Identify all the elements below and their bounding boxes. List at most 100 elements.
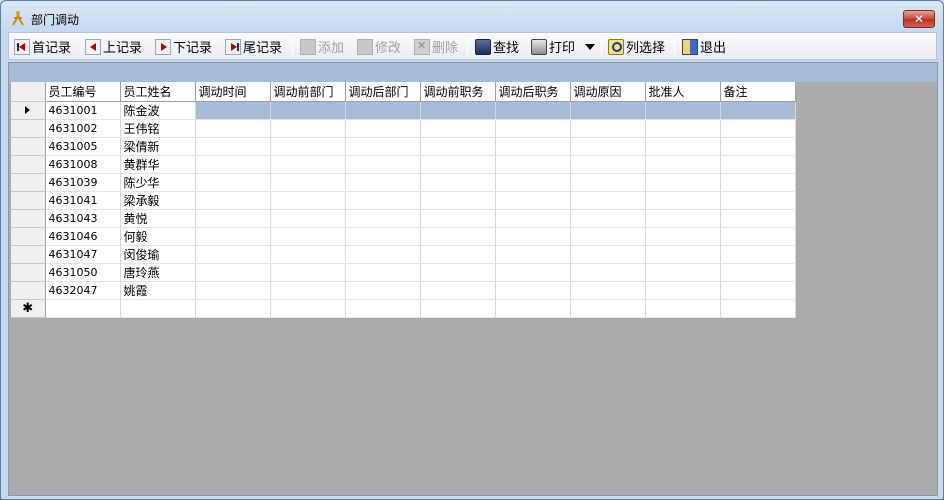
- table-cell[interactable]: [720, 155, 796, 174]
- table-cell[interactable]: [420, 155, 496, 174]
- table-cell[interactable]: [495, 119, 571, 138]
- table-cell[interactable]: [495, 209, 571, 228]
- table-cell[interactable]: [195, 245, 271, 264]
- employee-name-cell[interactable]: 黄悦: [120, 209, 196, 228]
- table-cell[interactable]: [345, 137, 421, 156]
- last-record-button[interactable]: 尾记录: [225, 36, 282, 57]
- table-cell[interactable]: [420, 245, 496, 264]
- table-cell[interactable]: [195, 101, 271, 120]
- table-cell[interactable]: [720, 191, 796, 210]
- table-cell[interactable]: [645, 263, 721, 282]
- table-cell[interactable]: [270, 245, 346, 264]
- next-record-button[interactable]: 下记录: [155, 36, 212, 57]
- table-cell[interactable]: [420, 137, 496, 156]
- table-cell[interactable]: [495, 263, 571, 282]
- employee-id-cell[interactable]: 4632047: [45, 281, 121, 300]
- table-cell[interactable]: [645, 227, 721, 246]
- table-cell[interactable]: [270, 173, 346, 192]
- table-cell[interactable]: [345, 299, 421, 318]
- table-row[interactable]: 4631005 梁倩新: [11, 137, 796, 156]
- table-cell[interactable]: [270, 119, 346, 138]
- employee-name-cell[interactable]: 王伟铭: [120, 119, 196, 138]
- table-cell[interactable]: [495, 101, 571, 120]
- table-cell[interactable]: [645, 137, 721, 156]
- row-header[interactable]: [11, 191, 46, 210]
- table-cell[interactable]: [720, 299, 796, 318]
- table-cell[interactable]: [195, 209, 271, 228]
- column-header[interactable]: 调动后部门: [345, 82, 421, 102]
- table-cell[interactable]: [495, 281, 571, 300]
- table-cell[interactable]: [270, 155, 346, 174]
- table-cell[interactable]: [720, 245, 796, 264]
- row-header[interactable]: [11, 263, 46, 282]
- row-header[interactable]: [11, 173, 46, 192]
- employee-id-cell[interactable]: 4631050: [45, 263, 121, 282]
- employee-name-cell[interactable]: 梁倩新: [120, 137, 196, 156]
- employee-name-cell[interactable]: 陈金波: [120, 101, 196, 120]
- table-cell[interactable]: [645, 155, 721, 174]
- row-header[interactable]: [11, 119, 46, 138]
- column-header[interactable]: 调动前部门: [270, 82, 346, 102]
- table-cell[interactable]: [570, 227, 646, 246]
- table-cell[interactable]: [270, 137, 346, 156]
- employee-id-cell[interactable]: 4631047: [45, 245, 121, 264]
- table-cell[interactable]: [570, 173, 646, 192]
- table-cell[interactable]: [645, 119, 721, 138]
- table-cell[interactable]: [270, 209, 346, 228]
- table-cell[interactable]: [345, 173, 421, 192]
- table-cell[interactable]: [420, 227, 496, 246]
- table-cell[interactable]: [195, 119, 271, 138]
- column-header[interactable]: 批准人: [645, 82, 721, 102]
- add-button[interactable]: 添加: [300, 36, 344, 57]
- employee-name-cell[interactable]: 陈少华: [120, 173, 196, 192]
- table-cell[interactable]: [420, 209, 496, 228]
- table-cell[interactable]: [495, 173, 571, 192]
- first-record-button[interactable]: 首记录: [14, 36, 71, 57]
- column-header[interactable]: 调动前职务: [420, 82, 496, 102]
- column-header[interactable]: 备注: [720, 82, 796, 102]
- table-cell[interactable]: [645, 191, 721, 210]
- table-cell[interactable]: [570, 263, 646, 282]
- table-cell[interactable]: [645, 209, 721, 228]
- print-dropdown-button[interactable]: [585, 36, 595, 57]
- table-cell[interactable]: [720, 263, 796, 282]
- table-cell[interactable]: [195, 155, 271, 174]
- edit-button[interactable]: 修改: [357, 36, 401, 57]
- find-button[interactable]: 查找: [475, 36, 519, 57]
- employee-id-cell[interactable]: 4631002: [45, 119, 121, 138]
- table-cell[interactable]: [420, 119, 496, 138]
- table-cell[interactable]: [720, 173, 796, 192]
- table-cell[interactable]: [345, 155, 421, 174]
- employee-name-cell[interactable]: 闵俊瑜: [120, 245, 196, 264]
- table-cell[interactable]: [495, 137, 571, 156]
- table-cell[interactable]: [345, 209, 421, 228]
- table-cell[interactable]: [270, 101, 346, 120]
- table-row[interactable]: 4631041 梁承毅: [11, 191, 796, 210]
- table-cell[interactable]: [495, 191, 571, 210]
- table-cell[interactable]: [720, 119, 796, 138]
- close-button[interactable]: ✕: [903, 10, 935, 28]
- table-cell[interactable]: [195, 173, 271, 192]
- table-cell[interactable]: [495, 155, 571, 174]
- print-button[interactable]: 打印: [531, 36, 575, 57]
- table-cell[interactable]: [570, 281, 646, 300]
- employee-name-cell[interactable]: 黄群华: [120, 155, 196, 174]
- table-row[interactable]: 4631002 王伟铭: [11, 119, 796, 138]
- table-cell[interactable]: [720, 281, 796, 300]
- employee-id-cell[interactable]: 4631008: [45, 155, 121, 174]
- table-cell[interactable]: [345, 101, 421, 120]
- row-header[interactable]: [11, 245, 46, 264]
- table-cell[interactable]: [195, 137, 271, 156]
- column-header[interactable]: 员工姓名: [120, 82, 196, 102]
- table-row[interactable]: 4632047 姚霞: [11, 281, 796, 300]
- column-header[interactable]: 调动后职务: [495, 82, 571, 102]
- table-cell[interactable]: [195, 299, 271, 318]
- employee-name-cell[interactable]: 唐玲燕: [120, 263, 196, 282]
- table-cell[interactable]: [420, 299, 496, 318]
- title-bar[interactable]: 部门调动 ✕: [1, 1, 943, 31]
- employee-name-cell[interactable]: 何毅: [120, 227, 196, 246]
- table-cell[interactable]: [420, 191, 496, 210]
- table-cell[interactable]: [645, 101, 721, 120]
- table-cell[interactable]: [645, 173, 721, 192]
- column-header[interactable]: 调动原因: [570, 82, 646, 102]
